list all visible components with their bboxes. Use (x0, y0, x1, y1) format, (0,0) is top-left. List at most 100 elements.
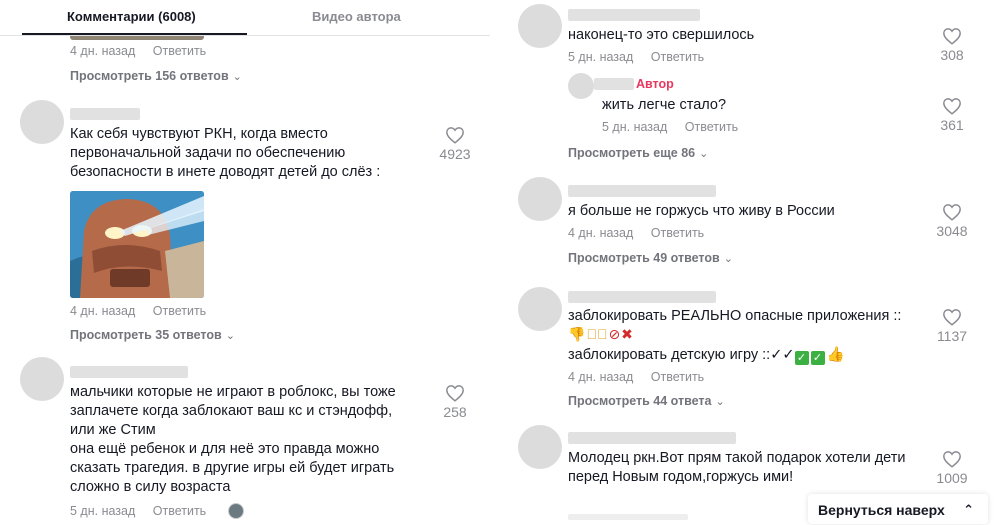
view-replies-button[interactable]: Просмотреть 44 ответа ⌄ (568, 394, 725, 408)
like-count: 361 (940, 117, 964, 133)
username-redacted[interactable] (70, 108, 140, 120)
reply-button[interactable]: Ответить (651, 50, 704, 64)
view-replies-button[interactable]: Просмотреть 49 ответов ⌄ (568, 251, 733, 265)
reply-button[interactable]: Ответить (153, 504, 206, 518)
chevron-down-icon: ⌄ (723, 253, 733, 265)
tab-author-videos[interactable]: Видео автора (312, 9, 401, 24)
reply-text: жить легче стало? (602, 97, 727, 113)
comments-tabs: Комментарии (6008) Видео автора (0, 0, 490, 36)
comment-meta: 4 дн. назад Ответить (70, 304, 206, 318)
username-redacted[interactable] (568, 432, 736, 444)
username-redacted[interactable] (594, 78, 634, 90)
view-more-replies-button[interactable]: Просмотреть еще 86 ⌄ (568, 146, 708, 160)
comment-text-line: заблокировать РЕАЛЬНО опасные приложения… (568, 308, 902, 324)
like-control: 258 (425, 384, 485, 420)
comment-date: 5 дн. назад (602, 120, 668, 134)
like-count: 1009 (936, 470, 968, 486)
comment-text: Как себя чувствуют РКН, когда вместо пер… (70, 125, 430, 182)
like-count: 4923 (439, 146, 471, 162)
reply-button[interactable]: Ответить (651, 370, 704, 384)
right-comments-panel: наконец-то это свершилось 308 5 дн. наза… (510, 0, 1000, 525)
reply-button[interactable]: Ответить (153, 44, 206, 58)
emoji-row: 👎👎⃠⊘✖ (568, 326, 634, 343)
username-redacted[interactable] (568, 9, 700, 21)
left-comments-panel: 4 дн. назад Ответить Просмотреть 156 отв… (0, 0, 490, 525)
reply-button[interactable]: Ответить (153, 304, 206, 318)
comment-line: сложно в силу возраста (70, 479, 231, 495)
comment-date: 4 дн. назад (70, 44, 136, 58)
heart-icon[interactable] (445, 126, 465, 144)
comment-line: мальчики которые не играют в роблокс, вы… (70, 384, 396, 400)
username-redacted[interactable] (568, 185, 716, 197)
like-control: 1009 (922, 450, 982, 486)
avatar[interactable] (518, 177, 562, 221)
comment-line: Как себя чувствуют РКН, когда вместо (70, 126, 328, 142)
chevron-down-icon: ⌄ (232, 71, 242, 83)
check-box-icon: ✓ (810, 351, 825, 365)
double-chevron-up-icon: ⌃ (963, 502, 974, 517)
active-tab-indicator (22, 33, 247, 35)
liked-by-creator-avatar (228, 503, 244, 519)
like-count: 1137 (936, 328, 968, 344)
comment-meta: 5 дн. назад Ответить (70, 504, 206, 518)
comment-image[interactable] (70, 191, 204, 298)
comment-meta: 5 дн. назад Ответить (568, 50, 704, 64)
comment-line: она ещё ребенок и для неё это правда мож… (70, 441, 380, 457)
heart-icon[interactable] (942, 450, 962, 468)
comment-line: перед Новым годом,горжусь ими! (568, 469, 794, 485)
view-replies-label: Просмотреть 156 ответов (70, 69, 229, 83)
avatar[interactable] (518, 425, 562, 469)
avatar[interactable] (20, 357, 64, 401)
avatar[interactable] (518, 4, 562, 48)
back-to-top-button[interactable]: Вернуться наверх ⌃ (808, 494, 988, 524)
comment-date: 4 дн. назад (568, 226, 634, 240)
cartoon-character-image (70, 191, 204, 298)
view-replies-label: Просмотреть 49 ответов (568, 251, 720, 265)
comment-text: Молодец ркн.Вот прям такой подарок хотел… (568, 449, 938, 487)
back-to-top-label: Вернуться наверх (818, 502, 945, 518)
next-meta-fragment (568, 514, 688, 520)
username-redacted[interactable] (568, 291, 716, 303)
reply-button[interactable]: Ответить (685, 120, 738, 134)
thumbs-down-icon: 👎 (586, 326, 609, 342)
avatar[interactable] (20, 100, 64, 144)
comment-line: первоначальной задачи по обеспечению (70, 145, 346, 161)
chevron-down-icon: ⌄ (699, 148, 709, 160)
comment-meta: 5 дн. назад Ответить (602, 120, 738, 134)
like-control: 361 (922, 97, 982, 133)
comment-text: наконец-то это свершилось (568, 27, 755, 43)
view-replies-button[interactable]: Просмотреть 156 ответов ⌄ (70, 69, 242, 83)
heart-icon[interactable] (445, 384, 465, 402)
view-replies-label: Просмотреть 35 ответов (70, 328, 222, 342)
comment-line: или же Стим (70, 422, 156, 438)
comment-line: заплачете когда заблокают ваш кс и стэнд… (70, 403, 393, 419)
comment-meta: 4 дн. назад Ответить (70, 44, 206, 58)
comment-line: безопасности в инете доводят детей до сл… (70, 164, 381, 180)
avatar[interactable] (518, 287, 562, 331)
comment-date: 5 дн. назад (70, 504, 136, 518)
tab-comments[interactable]: Комментарии (6008) (67, 9, 196, 24)
like-count: 258 (443, 404, 467, 420)
comment-date: 4 дн. назад (70, 304, 136, 318)
like-control: 4923 (425, 126, 485, 162)
heart-icon[interactable] (942, 27, 962, 45)
thumbs-down-icon: 👎 (568, 326, 587, 342)
heart-icon[interactable] (942, 97, 962, 115)
chevron-down-icon: ⌄ (225, 330, 235, 342)
like-count: 3048 (936, 223, 968, 239)
comment-text: мальчики которые не играют в роблокс, вы… (70, 383, 430, 497)
heart-icon[interactable] (942, 203, 962, 221)
reply-button[interactable]: Ответить (651, 226, 704, 240)
comment-date: 4 дн. назад (568, 370, 634, 384)
like-control: 308 (922, 27, 982, 63)
username-redacted[interactable] (70, 366, 188, 378)
view-replies-button[interactable]: Просмотреть 35 ответов ⌄ (70, 328, 235, 342)
comment-text: я больше не горжусь что живу в России (568, 203, 835, 219)
comment-line: сказать трагедия. в другие игры ей будет… (70, 460, 395, 476)
heart-icon[interactable] (942, 308, 962, 326)
like-control: 3048 (922, 203, 982, 239)
view-replies-label: Просмотреть 44 ответа (568, 394, 712, 408)
avatar[interactable] (568, 73, 594, 99)
comment-line: заблокировать детскую игру ::✓✓ (568, 347, 795, 363)
view-replies-label: Просмотреть еще 86 (568, 146, 696, 160)
